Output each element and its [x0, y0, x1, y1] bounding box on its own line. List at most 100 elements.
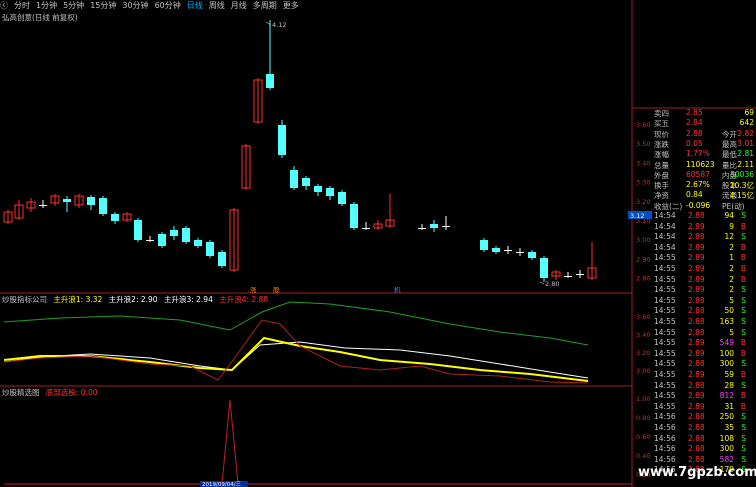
tick-direction: S: [741, 211, 746, 220]
tick-price: 2.88: [688, 211, 705, 220]
indicator2-axis-label: 0.80: [636, 414, 650, 422]
candle-down: [134, 220, 142, 240]
candle-flat: [442, 226, 450, 227]
candle-down: [206, 242, 214, 256]
tick-volume: 1: [729, 253, 734, 263]
tick-row: 14:56 2.88 300 S: [652, 444, 756, 455]
tick-time: 14:56: [654, 433, 676, 443]
candle-down: [492, 248, 500, 252]
tick-volume: 582: [719, 454, 734, 464]
tick-row: 14:55 2.89 59 B: [652, 370, 756, 381]
tick-row: 14:55 2.89 100 B: [652, 349, 756, 360]
tick-direction: S: [741, 412, 746, 422]
tick-price: 2.89: [688, 242, 705, 252]
kline-chart-area[interactable]: 3.603.503.403.303.203.103.002.902.803.60…: [0, 0, 756, 487]
tick-volume: 2: [729, 274, 734, 284]
tick-volume: 250: [719, 412, 734, 422]
quote-value: -0.096: [686, 200, 711, 210]
price-axis-label: 3.00: [636, 236, 650, 244]
current-price-tag: 3.12: [630, 212, 644, 220]
indicator1-title: 炒股指标公司 主升浪1: 3.32 主升浪2: 2.90 主升浪3: 2.94 …: [2, 294, 268, 305]
tick-direction: B: [740, 370, 746, 379]
quote-value-right: 2.11: [737, 159, 754, 169]
quote-row: 现价 2.88 今开 2.82: [652, 129, 756, 139]
tick-volume: 5: [729, 295, 734, 305]
price-axis-label: 3.30: [636, 179, 650, 187]
candle-down: [338, 192, 346, 204]
tick-direction: B: [740, 264, 746, 273]
quote-row: 收益(二) -0.096 PE(动): [652, 201, 756, 211]
candle-down: [314, 186, 322, 192]
quote-row: 总量 110623 量比 2.11: [652, 160, 756, 170]
candle-down: [87, 197, 95, 205]
indicator2-axis-label: 0.40: [636, 452, 650, 460]
indicator2-line1: 底部选股: 0.00: [45, 388, 98, 397]
tick-volume: 35: [724, 423, 734, 432]
quote-value: 0.05: [686, 138, 703, 148]
tick-direction: B: [740, 391, 746, 401]
indicator1-line2: 主升浪2: 2.90: [108, 295, 158, 304]
event-marker: 涨: [250, 285, 257, 294]
tick-row: 14:55 2.89 2 B: [652, 264, 756, 275]
quote-row: 涨幅 1.77% 最低 2.81: [652, 149, 756, 159]
tick-row: 14:56 2.88 582 S: [652, 455, 756, 466]
candle-down: [326, 188, 334, 196]
tick-row: 14:55 2.88 163 S: [652, 317, 756, 328]
tick-direction: S: [741, 359, 746, 369]
tick-row: 14:54 2.89 9 B: [652, 222, 756, 233]
tick-time: 14:55: [654, 264, 676, 273]
tick-price: 2.88: [688, 306, 705, 316]
indicator1-line4: 主升浪4: 2.88: [219, 295, 269, 304]
tick-volume: 94: [724, 211, 734, 220]
candle-down: [430, 224, 438, 228]
price-axis-label: 3.20: [636, 198, 650, 206]
low-price-pointer: [539, 281, 545, 285]
tick-row: 14:55 2.88 28 S: [652, 381, 756, 392]
tick-direction: B: [740, 274, 746, 284]
quote-row: 涨跌 0.05 最高 3.01: [652, 139, 756, 149]
tick-row: 14:55 2.89 2 B: [652, 275, 756, 286]
candle-down: [99, 198, 107, 214]
candle-down: [528, 252, 536, 258]
tick-volume: 300: [719, 359, 734, 369]
tick-row: 14:54 2.88 12 S: [652, 232, 756, 243]
low-price-label: 2.80: [545, 280, 559, 288]
tick-time: 14:55: [654, 306, 676, 316]
tick-price: 2.88: [688, 359, 705, 369]
tick-price: 2.89: [688, 370, 705, 379]
quote-value-right: 642: [739, 118, 754, 128]
tick-price: 2.89: [688, 264, 705, 273]
price-axis-label: 3.40: [636, 159, 650, 167]
candle-flat: [418, 228, 426, 229]
candle-down: [540, 258, 548, 278]
tick-time: 14:55: [654, 370, 676, 379]
tick-direction: B: [740, 401, 746, 411]
tick-volume: 59: [724, 370, 734, 379]
tick-price: 2.88: [688, 454, 705, 464]
tick-volume: 300: [719, 444, 734, 454]
tick-direction: B: [740, 253, 746, 263]
event-marker: 机: [394, 285, 401, 294]
indicator1-axis-label: 3.20: [636, 349, 650, 357]
candle-down: [278, 125, 286, 155]
tick-row: 14:56 2.88 35 S: [652, 423, 756, 434]
quote-row: 买五 2.84 642: [652, 118, 756, 128]
tick-time: 14:55: [654, 401, 676, 411]
tick-row: 14:55 2.89 549 B: [652, 338, 756, 349]
tick-volume: 2: [729, 242, 734, 252]
tick-time: 14:54: [654, 221, 676, 231]
tick-volume: 163: [719, 317, 734, 326]
indicator1-axis-label: 3.40: [636, 331, 650, 339]
tick-time: 14:55: [654, 253, 676, 263]
candle-down: [170, 230, 178, 236]
tick-time: 14:56: [654, 444, 676, 454]
event-marker: 股: [273, 286, 280, 294]
tick-price: 2.89: [688, 348, 705, 358]
tick-price: 2.88: [688, 317, 705, 326]
indicator2-axis-label: 1.00: [636, 395, 650, 403]
candle-flat: [39, 205, 47, 206]
tick-price: 2.88: [688, 295, 705, 305]
indicator1-line3: 主升浪3: 2.94: [163, 295, 213, 304]
quote-value-right: 3.01: [737, 138, 754, 148]
tick-direction: S: [741, 423, 746, 432]
